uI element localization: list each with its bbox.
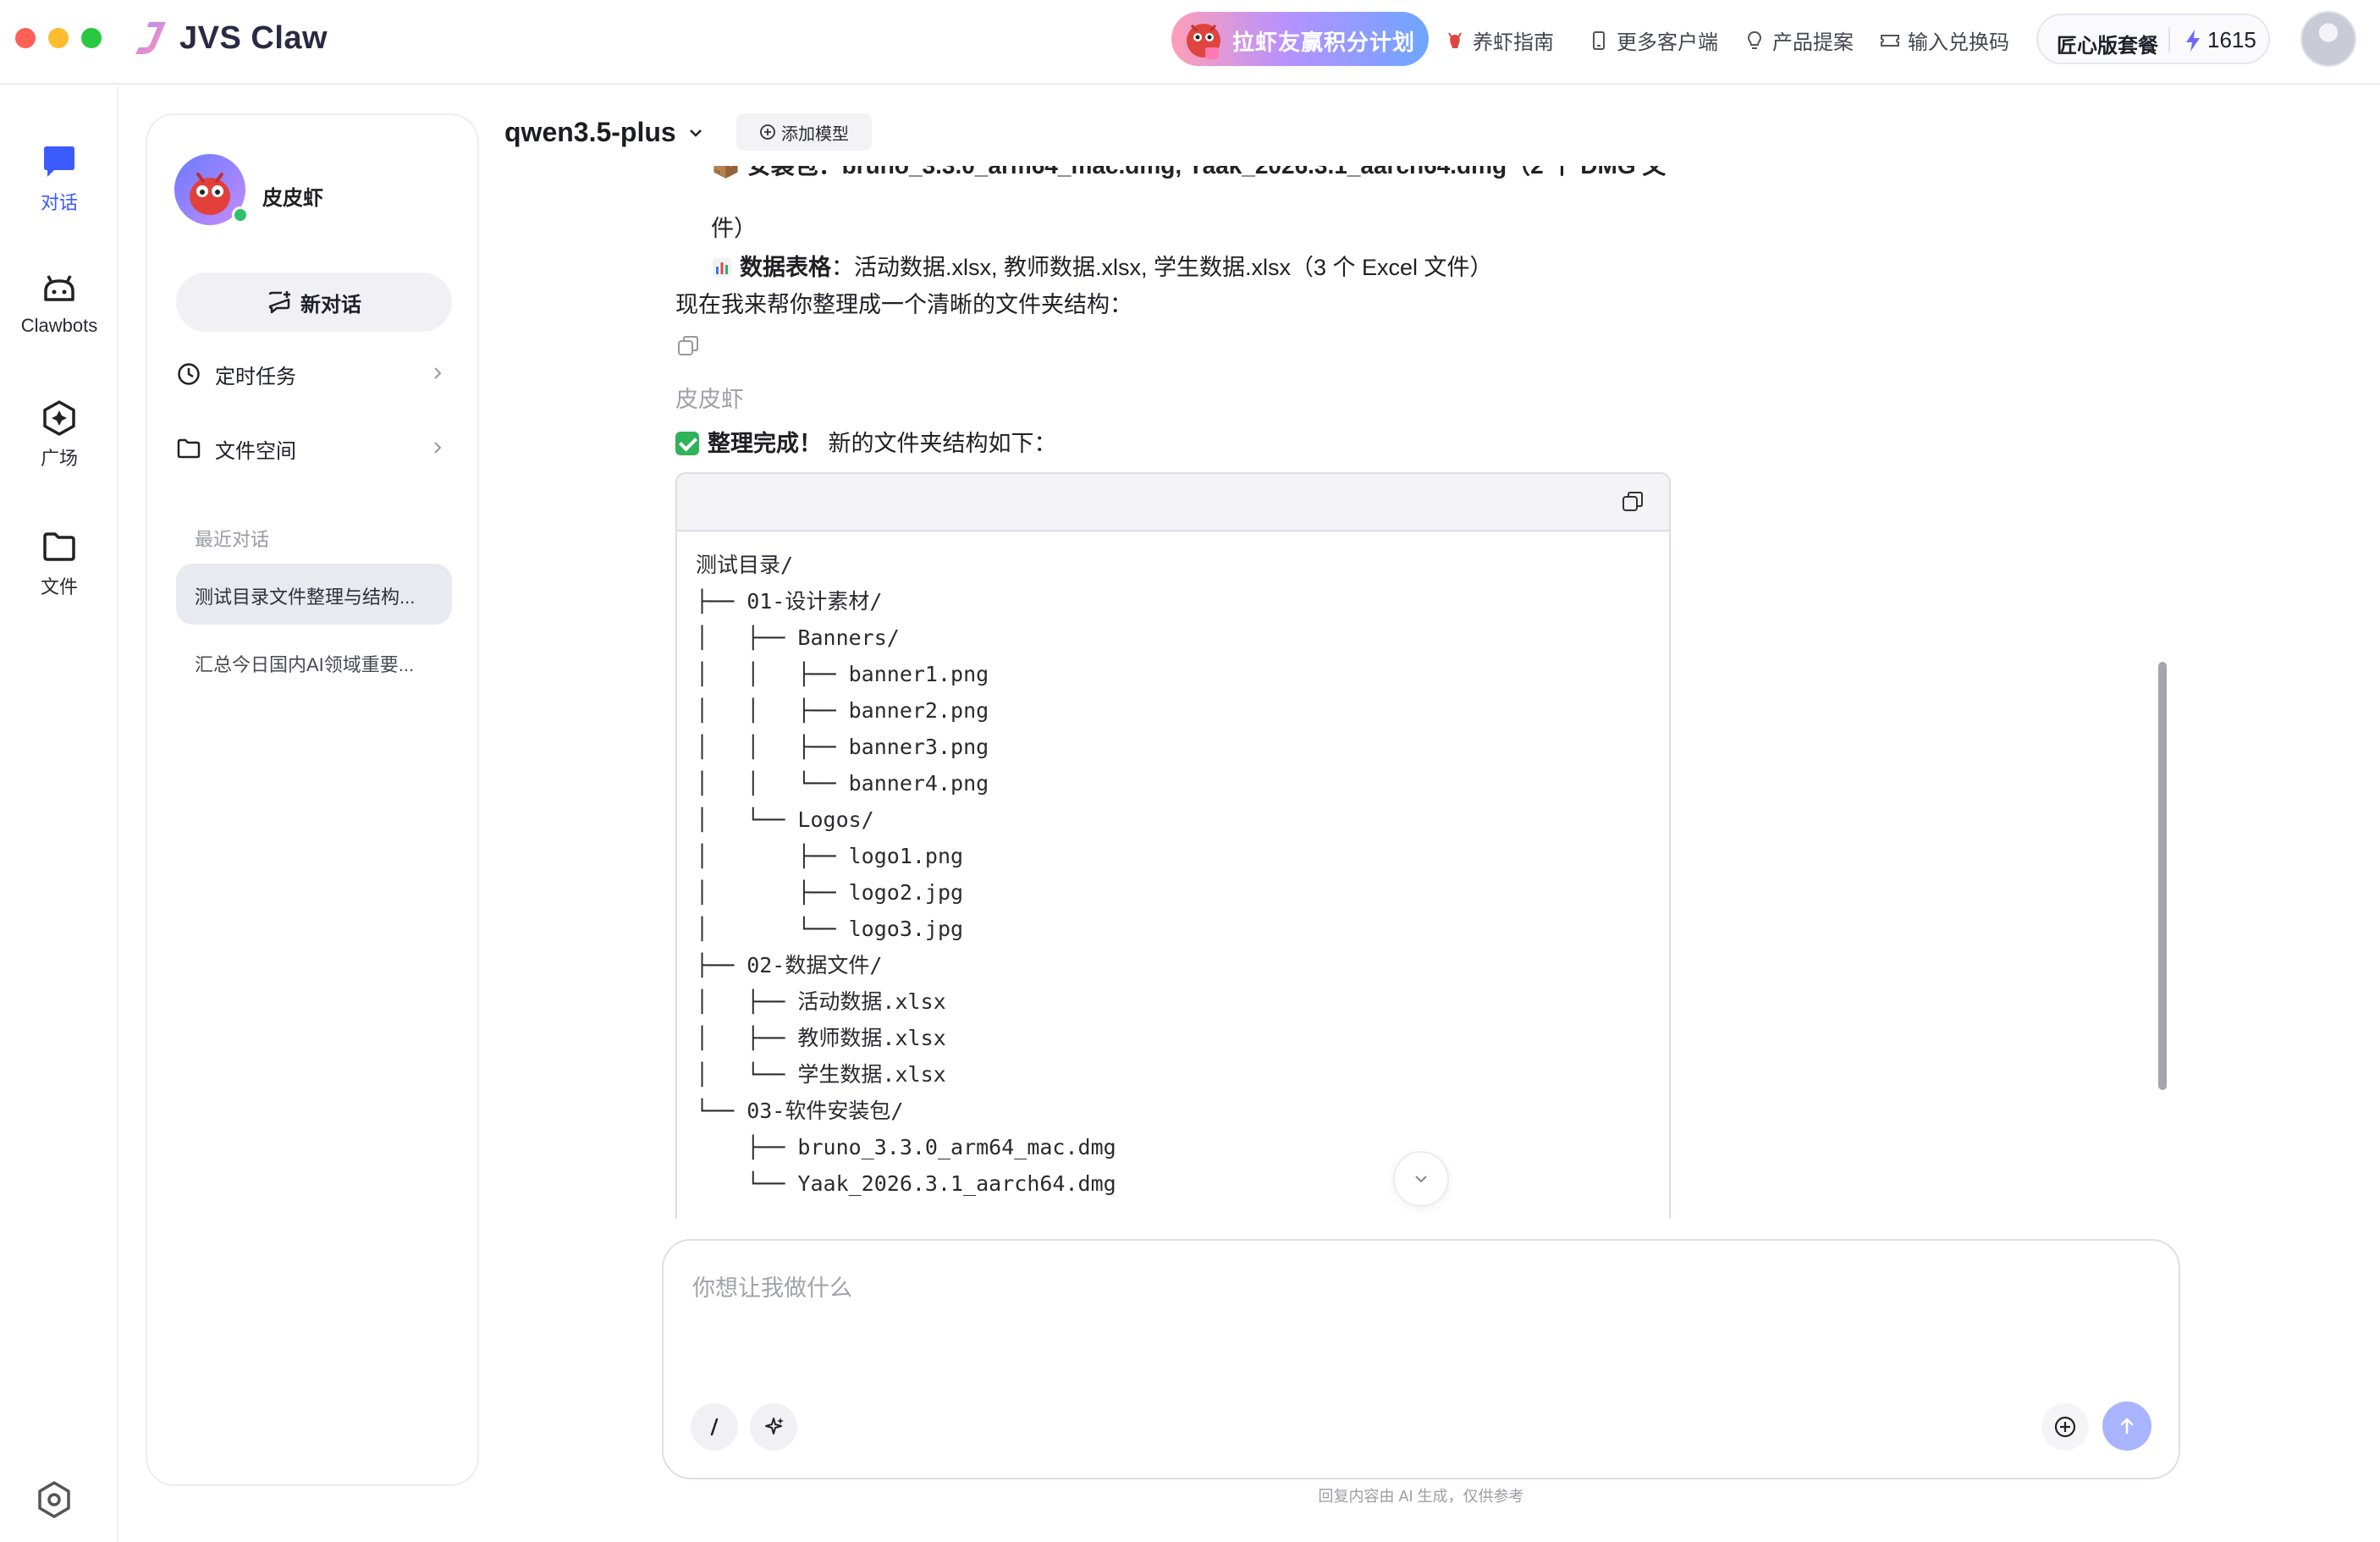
file-space-item[interactable]: 文件空间 [176,425,452,472]
new-chat-label: 新对话 [300,293,361,317]
clients-link[interactable]: 更多客户端 [1588,25,1718,55]
left-rail: 对话 Clawbots 广场 文件 [0,86,118,1542]
sheets-line-bold: 数据表格 [740,255,831,280]
new-chat-button[interactable]: 新对话 [176,273,452,332]
proposal-link[interactable]: 产品提案 [1744,25,1854,55]
clients-link-label: 更多客户端 [1617,31,1718,54]
done-line: 整理完成！ 新的文件夹结构如下： [675,425,1057,458]
sender-name: 皮皮虾 [675,387,744,412]
chevron-down-icon [1415,1176,1427,1183]
plan-credits-button[interactable]: 匠心版套餐 1615 [2036,14,2270,64]
copy-icon[interactable] [675,333,701,359]
chat-bubble-icon [44,146,74,177]
scrollbar-thumb[interactable] [2158,662,2167,1090]
clock-icon [178,363,200,385]
plan-divider [2168,27,2170,52]
app-title: JVS Claw [179,20,328,56]
user-avatar[interactable] [2300,11,2356,67]
guide-link-label: 养虾指南 [1473,31,1554,54]
phone-icon [1593,30,1605,50]
window-minimize-button[interactable] [48,28,69,48]
folder-icon [177,438,201,459]
message-input[interactable] [692,1269,2131,1371]
sparkle-icon [765,1418,784,1435]
sheets-line: 数据表格：活动数据.xlsx, 教师数据.xlsx, 学生数据.xlsx（3 个… [711,249,1493,282]
scheduled-tasks-item[interactable]: 定时任务 [176,350,452,398]
done-line-bold: 整理完成！ [708,431,822,456]
code-block-header [677,474,1669,531]
slash-command-button[interactable] [691,1403,738,1451]
lightbulb-icon [1747,30,1762,49]
promo-banner-button[interactable]: 拉虾友赢积分计划 [1171,12,1429,66]
credits-count: 1615 [2207,27,2256,52]
slash-icon [710,1418,719,1436]
installer-line-partial: 📦 安装包：bruno_3.3.0_arm64_mac.dmg, Yaak_20… [711,166,1666,181]
rail-item-files-label: 文件 [40,576,78,598]
magic-wand-button[interactable] [750,1403,797,1451]
online-status-dot [232,207,249,223]
folder-icon [43,532,75,561]
scroll-to-bottom-button[interactable] [1393,1151,1449,1207]
add-model-label: 添加模型 [781,124,849,144]
chevron-right-icon [434,367,442,379]
intro-line: 现在我来帮你整理成一个清晰的文件夹结构： [675,292,1132,317]
bar-chart-icon [713,258,731,277]
lobster-icon [1448,31,1462,48]
promo-label: 拉虾友赢积分计划 [1232,30,1416,55]
jvs-logo-icon [135,22,166,54]
redeem-code-link[interactable]: 输入兑换码 [1879,25,2009,55]
message-composer [662,1239,2180,1479]
window-zoom-button[interactable] [81,28,102,48]
redeem-code-link-label: 输入兑换码 [1908,31,2009,54]
recent-chats-heading: 最近对话 [195,529,270,550]
conversation-sidebar: 皮皮虾 新对话 定时任务 文件空间 最近对话 测试目录文件整理与结构... 汇总… [146,113,479,1486]
lobster-mascot-icon [1187,24,1220,59]
robot-icon [44,275,74,301]
chevron-down-icon [689,129,702,137]
proposal-link-label: 产品提案 [1772,31,1854,54]
arrow-up-icon [2120,1418,2134,1435]
message-list[interactable]: 📦 安装包：bruno_3.3.0_arm64_mac.dmg, Yaak_20… [660,166,1693,1219]
attach-button[interactable] [2041,1403,2089,1451]
copy-icon[interactable] [1620,489,1645,515]
rail-item-plaza[interactable]: 广场 [0,399,118,471]
title-bar: JVS Claw 拉虾友赢积分计划 养虾指南 更多客户端 产品提案 输入兑换码 … [0,0,2380,85]
compass-icon [43,400,75,436]
rail-item-chat-label: 对话 [40,192,78,213]
plus-circle-icon [2054,1416,2076,1438]
plan-name: 匠心版套餐 [2057,35,2158,58]
send-button[interactable] [2102,1402,2151,1451]
model-name: qwen3.5-plus [504,117,676,147]
model-selector[interactable]: qwen3.5-plus [504,117,705,148]
rail-item-files[interactable]: 文件 [0,528,118,599]
recent-chat-item[interactable]: 汇总今日国内AI领域重要... [176,631,452,692]
sheets-line-text: ：活动数据.xlsx, 教师数据.xlsx, 学生数据.xlsx（3 个 Exc… [831,255,1493,280]
plus-circle-icon [760,124,775,140]
new-chat-icon [268,291,290,314]
ticket-icon [1881,34,1899,47]
rail-item-chat[interactable]: 对话 [0,144,118,215]
check-mark-icon [675,432,699,455]
window-close-button[interactable] [15,28,36,48]
folder-tree-text: 测试目录/ ├── 01-设计素材/ │ ├── Banners/ │ │ ├─… [696,553,1116,1196]
code-block: 测试目录/ ├── 01-设计素材/ │ ├── Banners/ │ │ ├─… [675,472,1671,1219]
scheduled-tasks-label: 定时任务 [215,365,296,388]
ai-disclaimer: 回复内容由 AI 生成，仅供参考 [1318,1488,1524,1505]
chevron-right-icon [434,442,442,454]
bot-name: 皮皮虾 [262,187,323,210]
file-space-label: 文件空间 [215,439,296,463]
guide-link[interactable]: 养虾指南 [1444,25,1554,55]
rail-item-clawbots-label: Clawbots [20,315,98,336]
done-line-text: 新的文件夹结构如下： [822,431,1057,456]
lightning-icon [2186,30,2200,52]
add-model-button[interactable]: 添加模型 [736,113,872,151]
rail-item-clawbots[interactable]: Clawbots [0,271,118,337]
recent-chat-item[interactable]: 测试目录文件整理与结构... [176,564,452,625]
installer-line-tail: 件） [711,216,757,241]
rail-item-plaza-label: 广场 [40,448,78,469]
